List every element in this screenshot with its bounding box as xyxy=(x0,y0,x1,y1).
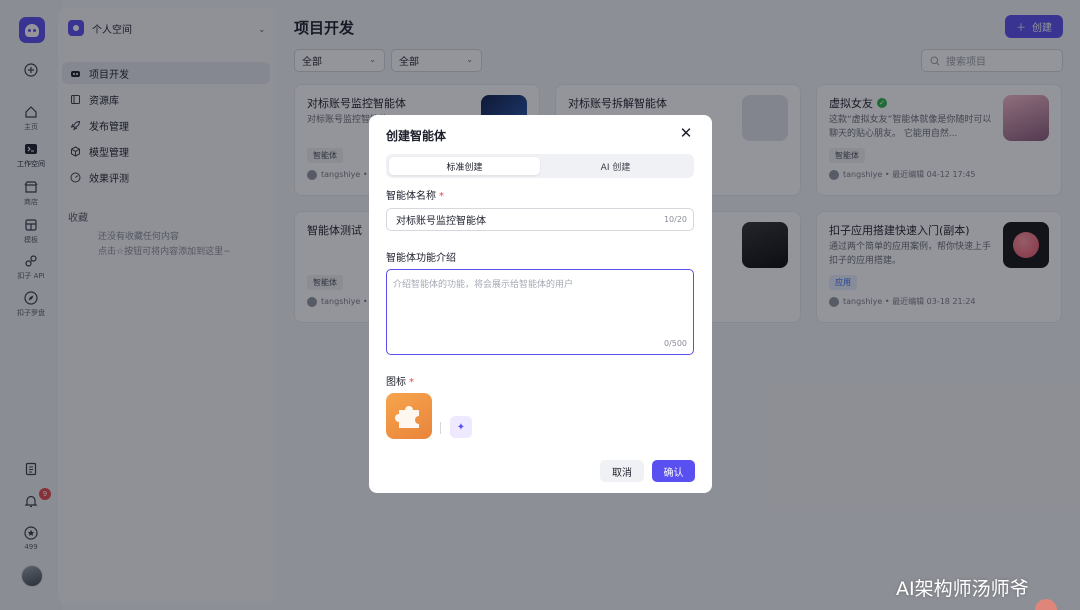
tab-standard-create[interactable]: 标准创建 xyxy=(389,157,540,175)
watermark: AI架构师汤师爷 xyxy=(896,578,1029,600)
agent-name-label: 智能体名称 * xyxy=(386,187,444,202)
divider xyxy=(440,422,441,434)
agent-desc-counter: 0/500 xyxy=(663,339,687,348)
tab-ai-create[interactable]: AI 创建 xyxy=(540,157,691,175)
required-mark: * xyxy=(439,191,444,202)
dialog-title: 创建智能体 xyxy=(386,129,447,143)
create-agent-dialog: 创建智能体 ✕ 标准创建 AI 创建 智能体名称 * 对标账号监控智能体 10/2… xyxy=(369,115,712,493)
sparkle-icon: ✦ xyxy=(456,421,466,433)
agent-desc-textarea[interactable]: 介绍智能体的功能，将会展示给智能体的用户 0/500 xyxy=(386,269,694,355)
icon-label-text: 图标 xyxy=(386,377,406,388)
close-icon[interactable]: ✕ xyxy=(679,126,693,142)
puzzle-icon xyxy=(395,406,419,428)
agent-name-input[interactable]: 对标账号监控智能体 10/20 xyxy=(386,208,694,231)
create-mode-tabs: 标准创建 AI 创建 xyxy=(386,154,694,178)
agent-name-value: 对标账号监控智能体 xyxy=(396,216,486,227)
agent-name-label-text: 智能体名称 xyxy=(386,191,436,202)
agent-desc-placeholder: 介绍智能体的功能，将会展示给智能体的用户 xyxy=(393,280,574,290)
cancel-button[interactable]: 取消 xyxy=(600,460,644,482)
required-mark: * xyxy=(409,377,414,388)
agent-name-counter: 10/20 xyxy=(663,215,687,224)
ai-generate-icon-button[interactable]: ✦ xyxy=(450,416,472,438)
icon-label: 图标 * xyxy=(386,373,414,388)
confirm-button[interactable]: 确认 xyxy=(652,460,695,482)
agent-icon-preview[interactable] xyxy=(386,393,432,439)
agent-desc-label: 智能体功能介绍 xyxy=(386,253,456,264)
